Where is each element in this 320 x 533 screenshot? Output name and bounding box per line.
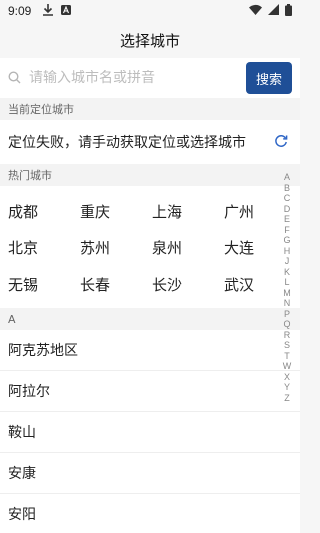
battery-icon <box>285 3 292 19</box>
index-letter[interactable]: J <box>285 256 290 267</box>
a-badge-icon <box>61 4 72 18</box>
refresh-icon[interactable] <box>274 134 288 152</box>
hot-city-item[interactable]: 无锡 <box>8 274 38 295</box>
city-list: 阿克苏地区 阿拉尔 鞍山 安康 安阳 <box>0 330 300 533</box>
search-input[interactable] <box>29 70 229 86</box>
search-icon <box>8 69 21 88</box>
wifi-icon <box>249 4 262 18</box>
index-letter[interactable]: K <box>284 267 290 278</box>
location-row[interactable]: 定位失败，请手动获取定位或选择城市 <box>0 120 300 164</box>
index-letter[interactable]: G <box>283 235 290 246</box>
index-letter[interactable]: C <box>284 193 291 204</box>
alphabet-index-bar[interactable]: ABCDEFGHJKLMNPQRSTWXYZ <box>280 172 294 403</box>
index-letter[interactable]: D <box>284 204 291 215</box>
city-list-item[interactable]: 鞍山 <box>0 412 300 453</box>
hot-city-item[interactable]: 成都 <box>8 201 38 222</box>
hot-cities-grid: 成都 重庆 上海 广州 北京 苏州 泉州 大连 无锡 长春 长沙 武汉 <box>0 186 300 308</box>
search-box[interactable] <box>0 61 246 95</box>
hot-city-item[interactable]: 泉州 <box>152 237 182 258</box>
location-message: 定位失败，请手动获取定位或选择城市 <box>8 135 246 151</box>
status-bar: 9:09 <box>0 0 300 22</box>
hot-city-item[interactable]: 广州 <box>224 201 254 222</box>
download-icon <box>43 3 54 19</box>
index-letter[interactable]: L <box>284 277 289 288</box>
index-letter[interactable]: W <box>283 361 292 372</box>
signal-icon <box>268 4 279 18</box>
search-button[interactable]: 搜索 <box>246 62 292 94</box>
hot-city-item[interactable]: 北京 <box>8 237 38 258</box>
section-header-current-location: 当前定位城市 <box>0 98 300 120</box>
index-letter[interactable]: R <box>284 330 291 341</box>
section-header-hot-cities: 热门城市 <box>0 164 300 186</box>
index-letter[interactable]: T <box>284 351 290 362</box>
index-letter[interactable]: Q <box>283 319 290 330</box>
index-letter[interactable]: E <box>284 214 290 225</box>
index-letter[interactable]: M <box>283 288 291 299</box>
index-letter[interactable]: A <box>284 172 290 183</box>
index-letter[interactable]: H <box>284 246 291 257</box>
hot-city-item[interactable]: 长沙 <box>152 274 182 295</box>
status-time: 9:09 <box>8 4 32 18</box>
city-list-item[interactable]: 阿克苏地区 <box>0 330 300 371</box>
index-letter[interactable]: Z <box>284 393 290 404</box>
hot-city-item[interactable]: 武汉 <box>224 274 254 295</box>
index-letter[interactable]: B <box>284 183 290 194</box>
index-letter[interactable]: S <box>284 340 290 351</box>
city-list-item[interactable]: 安康 <box>0 453 300 494</box>
index-letter[interactable]: N <box>284 298 291 309</box>
hot-city-item[interactable]: 长春 <box>80 274 110 295</box>
section-header-letter: A <box>0 308 300 330</box>
hot-city-item[interactable]: 苏州 <box>80 237 110 258</box>
hot-city-item[interactable]: 上海 <box>152 201 182 222</box>
index-letter[interactable]: X <box>284 372 290 383</box>
hot-city-item[interactable]: 重庆 <box>80 201 110 222</box>
page-title: 选择城市 <box>119 31 180 50</box>
city-list-item[interactable]: 阿拉尔 <box>0 371 300 412</box>
search-bar: 搜索 <box>0 58 300 98</box>
index-letter[interactable]: P <box>284 309 290 320</box>
index-letter[interactable]: Y <box>284 382 290 393</box>
city-list-item[interactable]: 安阳 <box>0 494 300 533</box>
index-letter[interactable]: F <box>284 225 290 236</box>
hot-city-item[interactable]: 大连 <box>224 237 254 258</box>
